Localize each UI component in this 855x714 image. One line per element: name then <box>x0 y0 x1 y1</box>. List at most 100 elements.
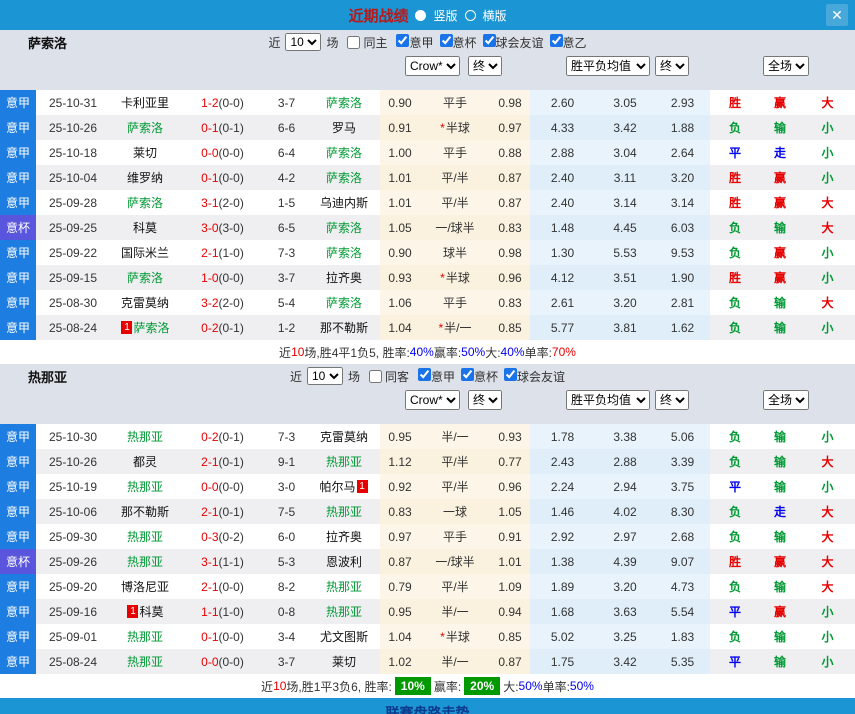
home-odds: 0.90 <box>380 240 420 265</box>
vertical-layout-radio[interactable] <box>415 10 426 21</box>
fulltime-score: 0-1 <box>201 121 218 135</box>
team-label: 热那亚 <box>326 453 362 470</box>
home-odds: 0.91 <box>380 115 420 140</box>
bottom-nav-bar[interactable]: 联赛盘路走势 <box>0 698 855 714</box>
result-handicap: 输 <box>760 115 800 140</box>
halftime-score: (0-1) <box>219 321 244 335</box>
league-checkbox[interactable] <box>440 34 453 47</box>
col-corner <box>265 54 308 90</box>
scope-select[interactable]: 全场 <box>763 390 809 410</box>
away-team: 恩波利 <box>308 549 380 574</box>
home-odds: 1.02 <box>380 649 420 674</box>
handicap-line: *半球 <box>420 265 490 290</box>
handicap-final-select[interactable]: 终 <box>468 56 502 76</box>
league-checkbox[interactable] <box>396 34 409 47</box>
league-checkbox[interactable] <box>550 34 563 47</box>
team-label: 热那亚 <box>127 478 163 495</box>
horizontal-layout-radio[interactable] <box>465 10 476 21</box>
fulltime-score: 1-1 <box>201 605 218 619</box>
horizontal-layout-label[interactable]: 横版 <box>483 7 507 24</box>
handicap-final-select[interactable]: 终 <box>468 390 502 410</box>
away-odds: 0.98 <box>490 90 530 115</box>
filter-controls: 近 10 场 同客 意甲意杯球会友谊 <box>290 367 565 385</box>
corner-score: 6-5 <box>265 215 308 240</box>
table-row: 意甲25-09-20博洛尼亚2-1(0-0)8-2热那亚0.79平/半1.091… <box>0 574 855 599</box>
away-odds: 0.87 <box>490 165 530 190</box>
handicap-line: 平/半 <box>420 574 490 599</box>
corner-score: 3-4 <box>265 624 308 649</box>
match-type-badge: 意甲 <box>0 649 36 674</box>
match-score: 1-2(0-0) <box>180 90 265 115</box>
handicap-text: 半球 <box>446 119 470 136</box>
close-icon[interactable]: ✕ <box>826 4 848 26</box>
team-label: 莱切 <box>332 653 356 670</box>
scope-select[interactable]: 全场 <box>763 56 809 76</box>
home-team: 萨索洛 <box>110 265 180 290</box>
home-team: 卡利亚里 <box>110 90 180 115</box>
avg-away-odds: 3.75 <box>655 474 710 499</box>
match-score: 2-1(0-1) <box>180 499 265 524</box>
vertical-layout-label[interactable]: 竖版 <box>433 7 457 24</box>
avg-home-odds: 2.60 <box>530 90 595 115</box>
match-score: 3-2(2-0) <box>180 290 265 315</box>
col-away <box>308 388 380 424</box>
match-score: 0-2(0-1) <box>180 424 265 449</box>
same-venue-checkbox[interactable] <box>347 36 360 49</box>
league-checkbox[interactable] <box>504 368 517 381</box>
result-wdl-value: 负 <box>729 453 741 470</box>
avg-odds-select[interactable]: 胜平负均值 <box>566 390 650 410</box>
odds-company-select[interactable]: Crow* <box>405 390 460 410</box>
league-checkbox[interactable] <box>418 368 431 381</box>
table-row: 意甲25-08-241萨索洛0-2(0-1)1-2那不勒斯1.04*半/一0.8… <box>0 315 855 340</box>
team-label: 萨索洛 <box>127 119 163 136</box>
bottom-nav-label[interactable]: 联赛盘路走势 <box>386 703 470 714</box>
table-row: 意杯25-09-26热那亚3-1(1-1)5-3恩波利0.87一/球半1.011… <box>0 549 855 574</box>
result-handicap: 赢 <box>760 90 800 115</box>
avg-away-odds: 3.14 <box>655 190 710 215</box>
away-team: 萨索洛 <box>308 240 380 265</box>
corner-score: 6-0 <box>265 524 308 549</box>
team-label: 萨索洛 <box>326 94 362 111</box>
avg-odds-select[interactable]: 胜平负均值 <box>566 56 650 76</box>
match-date: 25-10-18 <box>36 140 110 165</box>
match-date: 25-09-25 <box>36 215 110 240</box>
result-handicap: 输 <box>760 649 800 674</box>
odds-company-select[interactable]: Crow* <box>405 56 460 76</box>
league-checkbox[interactable] <box>483 34 496 47</box>
avg-final-select[interactable]: 终 <box>655 390 689 410</box>
match-count-select[interactable]: 10 <box>307 367 343 385</box>
result-wdl-value: 负 <box>729 628 741 645</box>
halftime-score: (3-0) <box>219 221 244 235</box>
result-wdl: 平 <box>710 140 760 165</box>
match-date: 25-10-31 <box>36 90 110 115</box>
same-venue-checkbox[interactable] <box>369 370 382 383</box>
match-count-select[interactable]: 10 <box>285 33 321 51</box>
table-row: 意甲25-10-26萨索洛0-1(0-1)6-6罗马0.91*半球0.974.3… <box>0 115 855 140</box>
away-odds: 1.05 <box>490 499 530 524</box>
match-score: 0-3(0-2) <box>180 524 265 549</box>
result-goals-value: 小 <box>821 653 833 670</box>
handicap-line: 平/半 <box>420 165 490 190</box>
match-date: 25-09-15 <box>36 265 110 290</box>
result-goals-value: 小 <box>821 269 833 286</box>
avg-home-odds: 1.30 <box>530 240 595 265</box>
result-wdl-value: 负 <box>729 319 741 336</box>
handicap-line: 球半 <box>420 240 490 265</box>
result-goals: 大 <box>800 549 855 574</box>
result-wdl: 负 <box>710 290 760 315</box>
result-goals: 小 <box>800 140 855 165</box>
result-handicap: 赢 <box>760 190 800 215</box>
result-handicap: 赢 <box>760 165 800 190</box>
league-checkbox[interactable] <box>461 368 474 381</box>
team-label: 那不勒斯 <box>320 319 368 336</box>
handicap-text: 平/半 <box>441 478 468 495</box>
match-date: 25-10-06 <box>36 499 110 524</box>
handicap-line: 平/半 <box>420 190 490 215</box>
result-goals: 小 <box>800 649 855 674</box>
summary-segment: 50% <box>519 679 543 693</box>
avg-final-select[interactable]: 终 <box>655 56 689 76</box>
filter-controls: 近 10 场 同主 意甲意杯球会友谊意乙 <box>268 33 586 51</box>
handicap-line: *半/一 <box>420 315 490 340</box>
avg-away-odds: 5.35 <box>655 649 710 674</box>
avg-away-odds: 3.39 <box>655 449 710 474</box>
